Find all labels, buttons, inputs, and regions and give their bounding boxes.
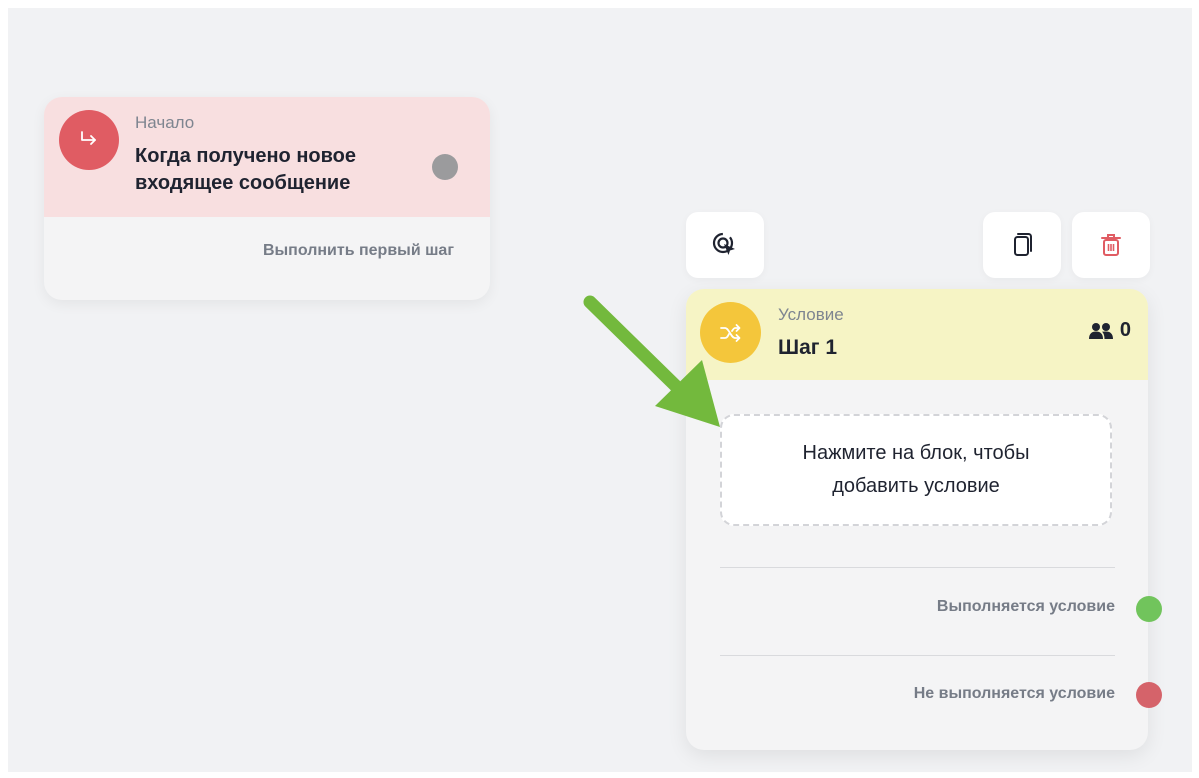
copy-icon — [1014, 233, 1032, 256]
condition-node-title: Шаг 1 — [778, 336, 838, 359]
users-count: 0 — [1088, 319, 1131, 342]
delete-button[interactable] — [1072, 212, 1150, 278]
add-condition-text: Нажмите на блок, чтобы добавить условие — [802, 442, 1030, 497]
redirect-arrow-icon — [59, 110, 119, 170]
annotation-arrow — [583, 295, 720, 427]
output-false-label: Не выполняется условие — [913, 685, 1115, 702]
condition-node-header: Условие Шаг 1 0 — [686, 289, 1148, 380]
divider — [720, 655, 1115, 656]
add-condition-block[interactable]: Нажмите на блок, чтобы добавить условие — [720, 414, 1112, 526]
start-node[interactable]: Начало Когда получено новое входящее соо… — [44, 97, 490, 300]
trash-icon — [1101, 234, 1121, 256]
output-true-connector[interactable] — [1136, 596, 1162, 622]
select-target-button[interactable] — [686, 212, 764, 278]
output-true-label: Выполняется условие — [936, 598, 1115, 615]
divider — [720, 567, 1115, 568]
start-output-connector[interactable] — [432, 154, 458, 180]
start-node-header: Начало Когда получено новое входящее соо… — [44, 97, 490, 217]
start-node-type: Начало — [135, 113, 195, 132]
output-false-connector[interactable] — [1136, 682, 1162, 708]
target-cursor-icon — [712, 232, 735, 255]
start-output-label: Выполнить первый шаг — [262, 242, 454, 259]
users-icon — [1088, 322, 1113, 339]
copy-button[interactable] — [983, 212, 1061, 278]
condition-node-type: Условие — [778, 305, 844, 324]
users-count-value: 0 — [1119, 319, 1131, 341]
start-node-title: Когда получено новое входящее сообщение — [135, 145, 356, 194]
condition-node[interactable]: Условие Шаг 1 0 Нажмите на блок, чтобы д… — [686, 289, 1148, 750]
